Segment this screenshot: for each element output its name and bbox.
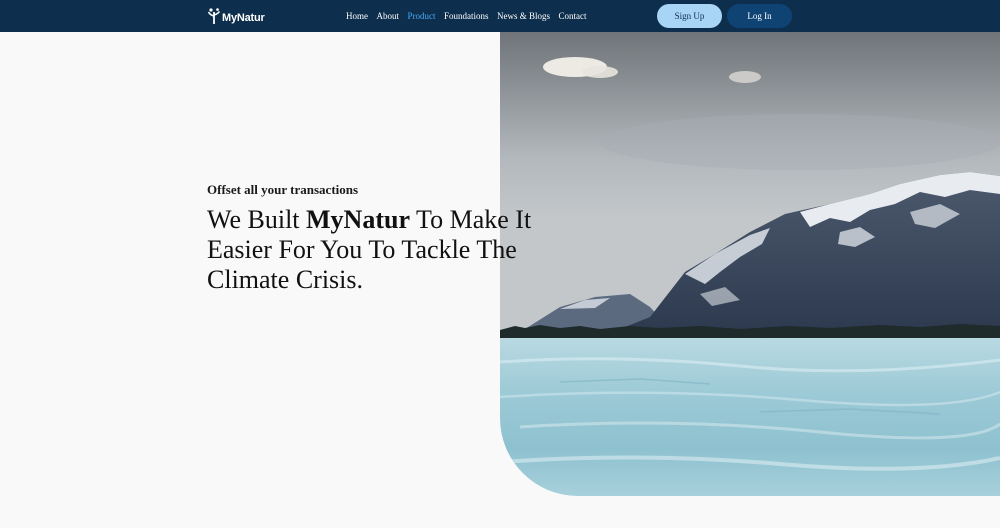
nav-product[interactable]: Product (408, 11, 436, 21)
nav-news-blogs[interactable]: News & Blogs (497, 11, 550, 21)
nav-contact[interactable]: Contact (559, 11, 587, 21)
brand-name: MyNatur (222, 11, 265, 24)
nav-home[interactable]: Home (346, 11, 368, 21)
mountain-lake-image (500, 32, 1000, 496)
logo-icon (207, 8, 221, 24)
main-nav: Home About Product Foundations News & Bl… (346, 0, 595, 32)
nav-about[interactable]: About (377, 11, 400, 21)
sign-up-button[interactable]: Sign Up (657, 4, 722, 28)
hero-image (500, 32, 1000, 496)
hero-eyebrow: Offset all your transactions (207, 182, 359, 197)
hero-heading-prefix: We Built (207, 205, 307, 234)
log-in-button[interactable]: Log In (727, 4, 792, 28)
navbar: MyNatur Home About Product Foundations N… (0, 0, 1000, 32)
nav-foundations[interactable]: Foundations (444, 11, 489, 21)
hero-heading: We Built MyNatur To Make It Easier For Y… (207, 205, 547, 295)
hero-section: Offset all your transactions We Built My… (207, 182, 547, 295)
page: MyNatur Home About Product Foundations N… (0, 0, 1000, 528)
hero-heading-brand: MyNatur (306, 205, 410, 234)
brand-logo[interactable]: MyNatur (207, 7, 265, 25)
